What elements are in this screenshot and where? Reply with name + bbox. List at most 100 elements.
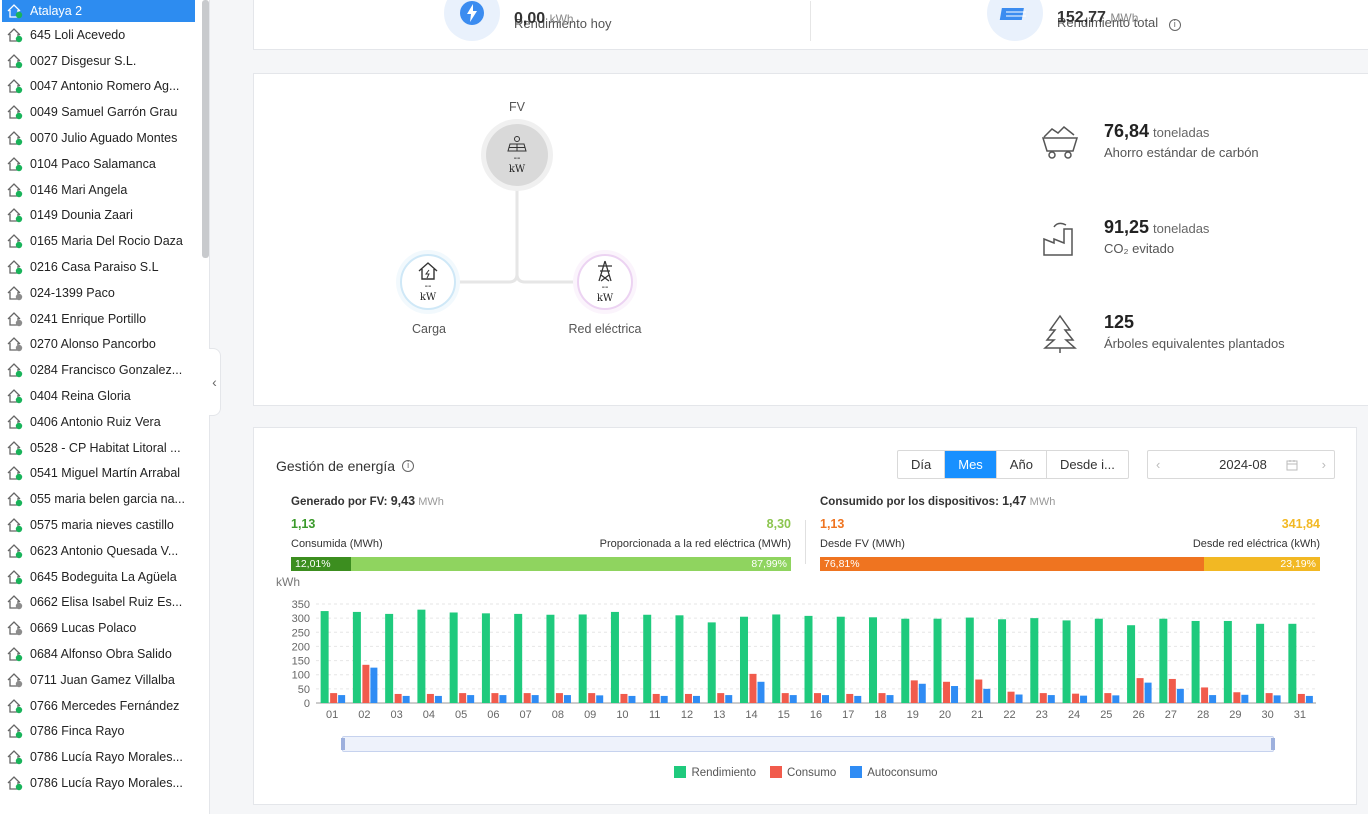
plant-list-item[interactable]: 0104 Paco Salamanca	[0, 151, 196, 177]
bar-autoconsumo	[531, 695, 539, 703]
plant-list-item[interactable]: 055 maria belen garcia na...	[0, 486, 196, 512]
load-value: --	[424, 281, 432, 292]
chevron-left-icon: ‹	[212, 374, 217, 390]
calendar-icon[interactable]	[1286, 459, 1298, 471]
plant-list-item[interactable]: 0146 Mari Angela	[0, 177, 196, 203]
plant-list-item[interactable]: Atalaya 2	[2, 0, 195, 22]
sidebar-scrollbar[interactable]	[202, 0, 209, 258]
plant-list-item[interactable]: 645 Loli Acevedo	[0, 22, 196, 48]
info-icon[interactable]: i	[1168, 19, 1181, 31]
plant-list-item[interactable]: 0669 Lucas Polaco	[0, 615, 196, 641]
plant-list-item[interactable]: 0711 Juan Gamez Villalba	[0, 667, 196, 693]
x-tick-label: 17	[842, 709, 854, 721]
plant-label: 0404 Reina Gloria	[30, 389, 131, 404]
generated-grid-pct: 87,99%	[751, 558, 787, 570]
bar-rendimiento	[707, 622, 716, 703]
plant-list-item[interactable]: 0165 Maria Del Rocio Daza	[0, 228, 196, 254]
bar-autoconsumo	[1305, 695, 1313, 703]
plant-list-item[interactable]: 0684 Alfonso Obra Salido	[0, 641, 196, 667]
plant-list-item[interactable]: 0027 Disgesur S.L.	[0, 48, 196, 74]
energy-flow-card: FV -- kW -- kW Carga -- kW Red eléctrica…	[253, 73, 1368, 406]
plant-label: 0027 Disgesur S.L.	[30, 53, 137, 68]
plant-list-item[interactable]: 0528 - CP Habitat Litoral ...	[0, 435, 196, 461]
x-tick-label: 10	[616, 709, 628, 721]
energy-bar-chart: kWh 0 50 100 150 200 250 300 350 01 02 03 04 05 06 07 08…	[276, 575, 1316, 721]
chevron-left-icon[interactable]: ‹	[1156, 457, 1160, 472]
x-tick-label: 30	[1261, 709, 1273, 721]
plant-label: 0623 Antonio Quesada V...	[30, 543, 179, 558]
plant-house-icon	[6, 672, 24, 688]
tab-month[interactable]: Mes	[945, 451, 997, 478]
bar-consumo	[1233, 692, 1241, 703]
plant-house-icon	[6, 207, 24, 223]
consumed-ratio-bar: 76,81% 23,19%	[820, 557, 1320, 571]
chart-legend: Rendimiento Consumo Autoconsumo	[254, 766, 1358, 779]
x-tick-label: 13	[713, 709, 725, 721]
co2-label: CO₂ evitado	[1104, 241, 1175, 256]
bar-rendimiento	[417, 609, 426, 703]
plant-house-icon	[6, 775, 24, 791]
pv-node[interactable]: -- kW	[486, 124, 548, 186]
load-label: Carga	[411, 322, 447, 336]
plant-house-icon	[6, 465, 24, 481]
plant-list-item[interactable]: 0645 Bodeguita La Agüela	[0, 564, 196, 590]
plant-house-icon	[6, 543, 24, 559]
bar-rendimiento	[804, 615, 813, 703]
tab-day[interactable]: Día	[898, 451, 946, 478]
plant-list-item[interactable]: 0284 Francisco Gonzalez...	[0, 357, 196, 383]
bar-consumo	[1007, 691, 1015, 703]
yield-summary-card: 0,00 kWh Rendimiento hoy 152,77 MWh Rend…	[253, 0, 1368, 50]
plant-list-item[interactable]: 0406 Antonio Ruiz Vera	[0, 409, 196, 435]
plant-label: 0104 Paco Salamanca	[30, 156, 156, 171]
bar-consumo	[1039, 693, 1047, 703]
plant-list-item[interactable]: 0070 Julio Aguado Montes	[0, 125, 196, 151]
lightning-icon	[444, 0, 500, 41]
bar-rendimiento	[965, 617, 974, 703]
info-icon[interactable]: i	[402, 460, 415, 472]
plant-list-item[interactable]: 024-1399 Paco	[0, 280, 196, 306]
legend-rendimiento[interactable]: Rendimiento	[674, 766, 756, 779]
plant-label: 0645 Bodeguita La Agüela	[30, 569, 177, 584]
collapse-sidebar-button[interactable]: ‹	[209, 348, 221, 416]
plant-list-item[interactable]: 0047 Antonio Romero Ag...	[0, 74, 196, 100]
chart-zoom-slider[interactable]	[341, 736, 1275, 752]
plant-list-item[interactable]: 0541 Miguel Martín Arrabal	[0, 461, 196, 487]
plant-list-item[interactable]: 0149 Dounia Zaari	[0, 203, 196, 229]
plant-list-item[interactable]: 0049 Samuel Garrón Grau	[0, 99, 196, 125]
load-node[interactable]: -- kW	[400, 254, 456, 310]
plant-house-icon	[6, 311, 24, 327]
slider-handle-left[interactable]	[341, 738, 345, 750]
plant-list-item[interactable]: 0216 Casa Paraiso S.L	[0, 254, 196, 280]
legend-autoconsumo[interactable]: Autoconsumo	[850, 766, 938, 779]
plant-list-item[interactable]: 0623 Antonio Quesada V...	[0, 538, 196, 564]
x-tick-label: 24	[1068, 709, 1080, 721]
plant-house-icon	[6, 285, 24, 301]
total-yield-value: 152,77	[1057, 9, 1106, 26]
plant-list-item[interactable]: 0575 maria nieves castillo	[0, 512, 196, 538]
plant-list-item[interactable]: 0241 Enrique Portillo	[0, 306, 196, 332]
plant-house-icon	[6, 336, 24, 352]
date-picker[interactable]: ‹ 2024-08 ›	[1147, 450, 1335, 479]
plant-label: 645 Loli Acevedo	[30, 27, 126, 42]
plant-list-item[interactable]: 0766 Mercedes Fernández	[0, 693, 196, 719]
plant-list-item[interactable]: 0662 Elisa Isabel Ruiz Es...	[0, 590, 196, 616]
bar-autoconsumo	[1241, 694, 1249, 703]
plant-house-icon	[6, 698, 24, 714]
plant-list-item[interactable]: 0786 Lucía Rayo Morales...	[0, 770, 196, 796]
plant-list-item[interactable]: 0270 Alonso Pancorbo	[0, 332, 196, 358]
consumed-value: 1,47	[1002, 494, 1027, 508]
legend-consumo[interactable]: Consumo	[770, 766, 836, 779]
x-tick-label: 05	[455, 709, 467, 721]
grid-node[interactable]: -- kW	[577, 254, 633, 310]
energy-title: Gestión de energía i	[276, 458, 415, 474]
plant-house-icon	[6, 182, 24, 198]
slider-handle-right[interactable]	[1271, 738, 1275, 750]
bar-autoconsumo	[757, 681, 765, 703]
tab-since[interactable]: Desde i...	[1047, 451, 1128, 478]
chevron-right-icon[interactable]: ›	[1322, 457, 1326, 472]
plant-list-item[interactable]: 0404 Reina Gloria	[0, 383, 196, 409]
tab-year[interactable]: Año	[997, 451, 1047, 478]
bar-rendimiento	[739, 616, 748, 703]
plant-list-item[interactable]: 0786 Lucía Rayo Morales...	[0, 744, 196, 770]
plant-list-item[interactable]: 0786 Finca Rayo	[0, 719, 196, 745]
